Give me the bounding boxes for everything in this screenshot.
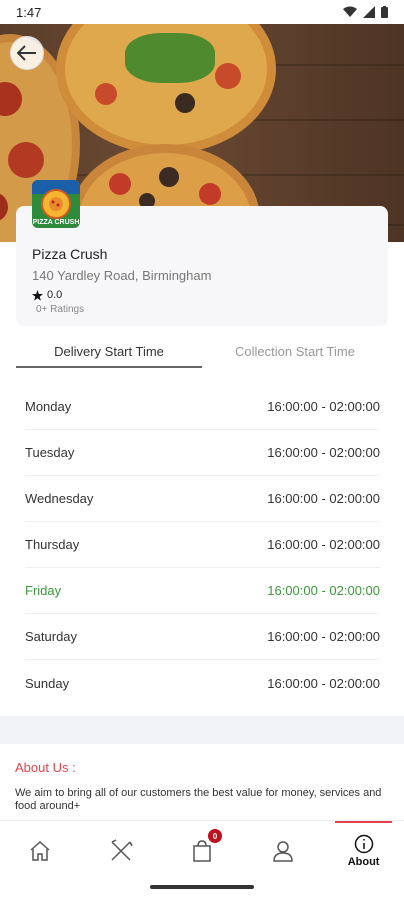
profile-icon xyxy=(273,840,293,862)
list-item-today: Friday 16:00:00 - 02:00:00 xyxy=(25,568,380,614)
status-icons xyxy=(343,6,388,18)
nav-about[interactable]: About xyxy=(323,821,404,880)
time-range: 16:00:00 - 02:00:00 xyxy=(267,675,380,691)
time-range: 16:00:00 - 02:00:00 xyxy=(267,445,380,460)
tab-collection-start-time[interactable]: Collection Start Time xyxy=(202,336,388,368)
day-label: Wednesday xyxy=(25,491,94,506)
list-item: Saturday 16:00:00 - 02:00:00 xyxy=(25,614,380,660)
nav-cart[interactable]: 0 xyxy=(162,821,243,880)
nav-profile[interactable] xyxy=(242,821,323,880)
day-label: Saturday xyxy=(25,629,78,644)
rating-row: 0.0 xyxy=(32,289,62,301)
nav-home[interactable] xyxy=(0,821,81,880)
time-range: 16:00:00 - 02:00:00 xyxy=(267,583,380,598)
signal-icon xyxy=(363,6,375,18)
pizza-top-graphic xyxy=(56,24,276,154)
back-button[interactable] xyxy=(10,36,44,70)
day-label: Friday xyxy=(25,583,62,598)
restaurant-name: Pizza Crush xyxy=(32,246,108,262)
opening-hours-list: Monday 16:00:00 - 02:00:00 Tuesday 16:00… xyxy=(25,384,380,706)
wifi-icon xyxy=(343,6,357,17)
status-bar: 1:47 xyxy=(0,0,404,24)
timing-tabs: Delivery Start Time Collection Start Tim… xyxy=(16,336,388,368)
time-range: 16:00:00 - 02:00:00 xyxy=(267,537,380,552)
rating-value: 0.0 xyxy=(47,289,63,301)
time-range: 16:00:00 - 02:00:00 xyxy=(267,629,380,644)
battery-icon xyxy=(381,6,388,18)
cart-count-badge: 0 xyxy=(207,829,222,843)
day-label: Tuesday xyxy=(25,445,75,460)
pizza-logo-icon xyxy=(41,189,71,219)
star-icon xyxy=(32,289,43,301)
home-icon xyxy=(30,840,50,861)
nav-menu[interactable] xyxy=(81,821,162,880)
cart-icon xyxy=(193,839,211,862)
about-text: We aim to bring all of our customers the… xyxy=(15,787,382,812)
about-section: About Us : We aim to bring all of our cu… xyxy=(15,760,389,813)
tab-delivery-start-time[interactable]: Delivery Start Time xyxy=(16,336,202,368)
day-label: Monday xyxy=(25,399,72,414)
bottom-navigation: 0 About xyxy=(0,820,404,880)
home-indicator[interactable] xyxy=(150,885,254,889)
info-icon xyxy=(354,834,373,853)
about-title: About Us : xyxy=(15,760,76,775)
list-item: Thursday 16:00:00 - 02:00:00 xyxy=(25,522,380,568)
logo-text: PIZZA CRUSH xyxy=(32,219,80,226)
list-item: Tuesday 16:00:00 - 02:00:00 xyxy=(25,430,380,476)
ratings-count: 0+ Ratings xyxy=(36,304,85,315)
list-item: Sunday 16:00:00 - 02:00:00 xyxy=(25,660,380,706)
restaurant-logo: PIZZA CRUSH xyxy=(32,180,80,228)
restaurant-address: 140 Yardley Road, Birmingham xyxy=(32,268,212,283)
status-time: 1:47 xyxy=(16,4,42,20)
day-label: Thursday xyxy=(25,537,80,552)
time-range: 16:00:00 - 02:00:00 xyxy=(267,399,380,414)
arrow-left-icon xyxy=(17,45,36,61)
time-range: 16:00:00 - 02:00:00 xyxy=(267,491,380,506)
list-item: Monday 16:00:00 - 02:00:00 xyxy=(25,384,380,430)
menu-icon xyxy=(111,838,133,861)
list-item: Wednesday 16:00:00 - 02:00:00 xyxy=(25,476,380,522)
nav-about-label: About xyxy=(347,855,380,868)
day-label: Sunday xyxy=(25,675,70,691)
restaurant-info-card: PIZZA CRUSH Pizza Crush 140 Yardley Road… xyxy=(16,180,388,326)
section-divider xyxy=(0,716,404,744)
